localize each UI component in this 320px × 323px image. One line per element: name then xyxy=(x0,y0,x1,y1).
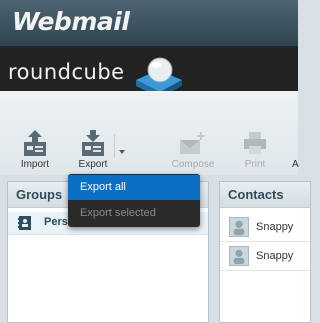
export-label: Export xyxy=(78,159,108,170)
more-label: A xyxy=(292,159,299,170)
compose-button[interactable]: Compose xyxy=(170,130,216,174)
contact-avatar-icon xyxy=(229,246,249,266)
menu-item-export-selected[interactable]: Export selected xyxy=(68,201,200,226)
import-label: Import xyxy=(20,159,50,170)
compose-label: Compose xyxy=(171,159,215,170)
import-button[interactable]: Import xyxy=(12,130,58,174)
export-divider xyxy=(114,134,115,158)
menu-item-export-all[interactable]: Export all xyxy=(68,175,200,200)
brand-title: Webmail xyxy=(12,7,130,36)
print-button[interactable]: Print xyxy=(232,130,278,174)
contact-avatar-icon xyxy=(229,217,249,237)
export-menu: Export all Export selected xyxy=(68,174,200,227)
contacts-title: Contacts xyxy=(220,182,310,208)
compose-icon xyxy=(180,132,205,154)
contact-name: Snappy xyxy=(256,250,294,262)
roundcube-logo-text: roundcube xyxy=(8,60,125,84)
print-icon xyxy=(244,132,266,154)
print-label: Print xyxy=(244,159,266,170)
contact-name: Snappy xyxy=(256,221,294,233)
contact-row[interactable]: Snappy xyxy=(220,242,310,271)
app-header: Webmail xyxy=(0,0,298,47)
export-button[interactable]: Export xyxy=(70,130,116,174)
contacts-panel: Contacts Snappy Snappy xyxy=(219,181,311,323)
address-book-icon xyxy=(18,216,31,230)
export-dropdown-arrow-icon[interactable] xyxy=(119,150,125,154)
contact-row[interactable]: Snappy xyxy=(220,213,310,242)
import-icon xyxy=(24,130,46,156)
export-icon xyxy=(82,130,104,156)
